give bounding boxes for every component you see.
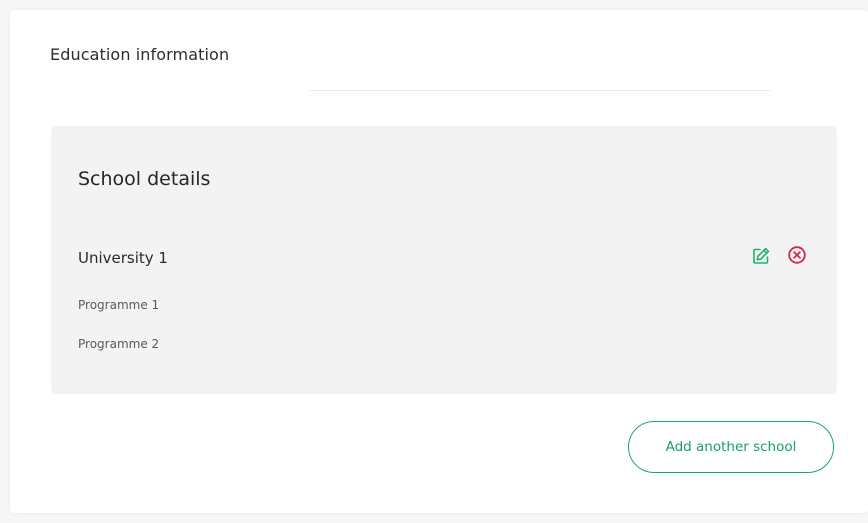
add-another-school-button[interactable]: Add another school	[628, 421, 834, 473]
university-name: University 1	[78, 249, 168, 267]
programme-item: Programme 1	[78, 298, 160, 312]
divider	[310, 90, 770, 91]
remove-circle-x-icon[interactable]	[787, 245, 807, 265]
edit-icon[interactable]	[751, 246, 771, 266]
page-title: Education information	[50, 45, 230, 64]
school-details-heading: School details	[78, 168, 211, 190]
programme-item: Programme 2	[78, 337, 160, 351]
school-details-panel: School details University 1 Programme 1 …	[51, 126, 837, 394]
education-information-card: Education information School details Uni…	[10, 10, 868, 513]
